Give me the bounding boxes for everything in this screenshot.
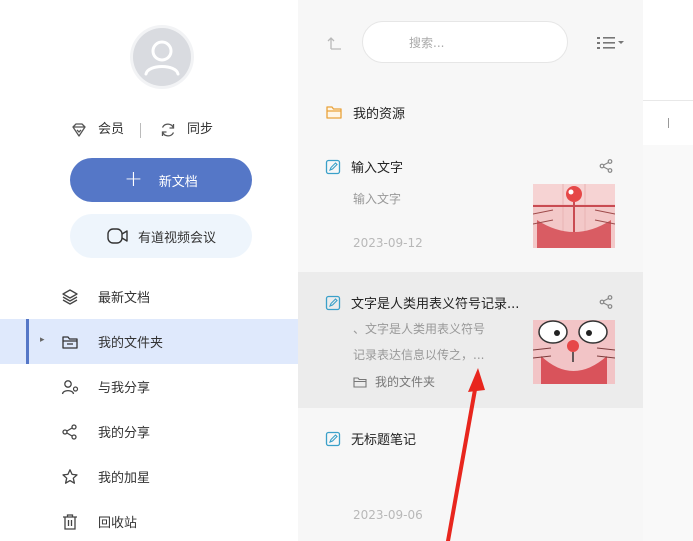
my-resources-item[interactable]: 我的资源 — [325, 102, 405, 122]
note-snippet: 输入文字 — [353, 192, 402, 206]
doraemon-thumbnail-image — [533, 184, 615, 248]
share-icon[interactable] — [598, 294, 614, 310]
new-document-button[interactable]: + 新文档 — [70, 158, 252, 202]
note-icon — [325, 159, 341, 174]
plus-icon: + — [124, 167, 143, 192]
note-icon — [325, 431, 341, 446]
expand-caret-icon[interactable]: ▸ — [40, 335, 45, 345]
avatar[interactable] — [133, 28, 191, 86]
user-icon — [144, 40, 180, 76]
divider — [643, 100, 693, 101]
note-date: 2023-09-12 — [353, 236, 423, 250]
new-document-label: 新文档 — [158, 174, 198, 190]
sidebar-item-label: 我的分享 — [98, 426, 151, 441]
back-up-icon[interactable] — [326, 34, 344, 52]
note-folder-label: 我的文件夹 — [375, 375, 436, 389]
note-title: 文字是人类用表义符号记录... — [351, 297, 520, 312]
share-icon — [62, 424, 77, 440]
search-input[interactable]: 搜索... — [362, 21, 568, 63]
sync-button[interactable]: 同步 — [187, 120, 213, 140]
video-meeting-button[interactable]: 有道视频会议 — [70, 214, 252, 258]
sidebar-item-label: 与我分享 — [98, 381, 151, 396]
note-thumbnail — [533, 320, 615, 384]
sidebar-item-label: 最新文档 — [98, 291, 151, 306]
sidebar-item-label: 回收站 — [98, 516, 138, 531]
divider — [668, 118, 669, 128]
sync-icon — [161, 123, 175, 137]
sidebar-nav: 最新文档 ▸ 我的文件夹 与我分享 我的分享 我的加星 回收站 — [0, 274, 298, 541]
divider — [140, 122, 142, 138]
shared-with-me-icon — [61, 380, 79, 395]
note-snippet-line: 记录表达信息以传之，... — [353, 348, 485, 362]
note-icon — [325, 295, 341, 310]
sidebar-item-starred[interactable]: 我的加星 — [0, 454, 298, 499]
list-view-icon[interactable] — [596, 35, 624, 51]
sidebar-item-label: 我的加星 — [98, 471, 151, 486]
sidebar: 会员 同步 + 新文档 有道视频会议 最新文档 ▸ 我的文件夹 与我分享 我的分… — [0, 0, 298, 541]
note-title: 输入文字 — [351, 161, 404, 176]
note-date: 2023-09-06 — [353, 508, 423, 522]
sidebar-item-trash[interactable]: 回收站 — [0, 499, 298, 541]
diamond-icon — [72, 123, 86, 137]
folder-icon — [62, 336, 78, 349]
folder-icon — [326, 106, 342, 119]
share-icon[interactable] — [598, 158, 614, 174]
star-icon — [62, 469, 78, 484]
note-snippet: 、文字是人类用表义符号 记录表达信息以传之，... — [353, 316, 485, 368]
vip-link[interactable]: 会员 — [98, 120, 124, 140]
sidebar-item-my-folders[interactable]: ▸ 我的文件夹 — [0, 319, 298, 364]
layers-icon — [62, 289, 78, 305]
sidebar-item-label: 我的文件夹 — [98, 336, 164, 351]
video-camera-icon — [107, 228, 128, 244]
note-thumbnail — [533, 184, 615, 248]
search-placeholder: 搜索... — [409, 35, 445, 50]
note-item[interactable]: 文字是人类用表义符号记录... 、文字是人类用表义符号 记录表达信息以传之，..… — [298, 272, 643, 408]
doraemon-thumbnail-image — [533, 320, 615, 384]
editor-area — [643, 0, 693, 541]
sidebar-item-shared-with-me[interactable]: 与我分享 — [0, 364, 298, 409]
note-item[interactable]: 输入文字 输入文字 2023-09-12 — [298, 140, 643, 270]
editor-body — [643, 145, 693, 541]
note-title: 无标题笔记 — [351, 433, 417, 448]
vip-sync-row: 会员 同步 — [70, 120, 213, 140]
video-meeting-label: 有道视频会议 — [137, 230, 216, 246]
my-resources-label: 我的资源 — [353, 106, 406, 122]
folder-icon — [353, 376, 367, 388]
trash-icon — [63, 514, 77, 530]
note-item[interactable]: 无标题笔记 2023-09-06 — [298, 412, 643, 541]
note-folder[interactable]: 我的文件夹 — [353, 373, 435, 390]
sidebar-item-recent[interactable]: 最新文档 — [0, 274, 298, 319]
note-snippet-line: 、文字是人类用表义符号 — [353, 322, 486, 336]
sidebar-item-my-shares[interactable]: 我的分享 — [0, 409, 298, 454]
